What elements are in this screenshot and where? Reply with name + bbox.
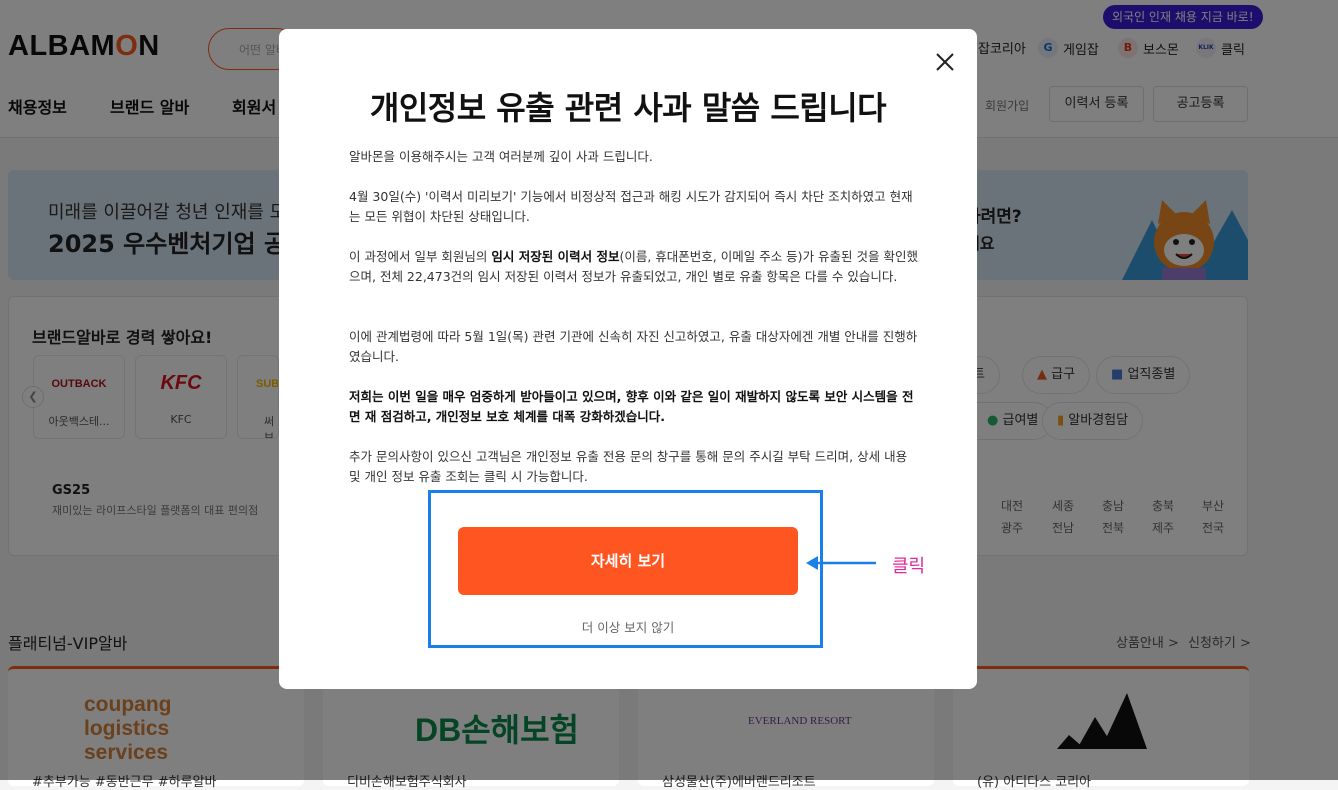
modal-paragraph-1: 알바몬을 이용해주시는 고객 여러분께 깊이 사과 드립니다. — [349, 149, 653, 164]
annotation-arrow-icon — [806, 556, 876, 570]
annotation-click-label: 클릭 — [892, 556, 926, 577]
modal-paragraph-5: 저희는 이번 일을 매우 엄중하게 받아들이고 있으며, 향후 이와 같은 일이… — [349, 389, 914, 424]
modal-paragraph-2: 4월 30일(수) '이력서 미리보기' 기능에서 비정상적 접근과 해킹 시도… — [349, 189, 913, 224]
view-details-button[interactable]: 자세히 보기 — [458, 527, 798, 595]
modal-title: 개인정보 유출 관련 사과 말씀 드립니다 — [369, 89, 887, 127]
modal-paragraph-4: 이에 관계법령에 따라 5월 1일(목) 관련 기관에 신속히 자진 신고하였고… — [349, 329, 918, 364]
close-icon[interactable] — [934, 51, 956, 73]
modal-paragraph-6: 추가 문의사항이 있으신 고객님은 개인정보 유출 전용 문의 창구를 통해 문… — [349, 449, 908, 484]
modal-paragraph-3: 이 과정에서 일부 회원님의 임시 저장된 이력서 정보(이름, 휴대폰번호, … — [349, 249, 918, 284]
dont-show-again-link[interactable]: 더 이상 보지 않기 — [458, 617, 798, 636]
